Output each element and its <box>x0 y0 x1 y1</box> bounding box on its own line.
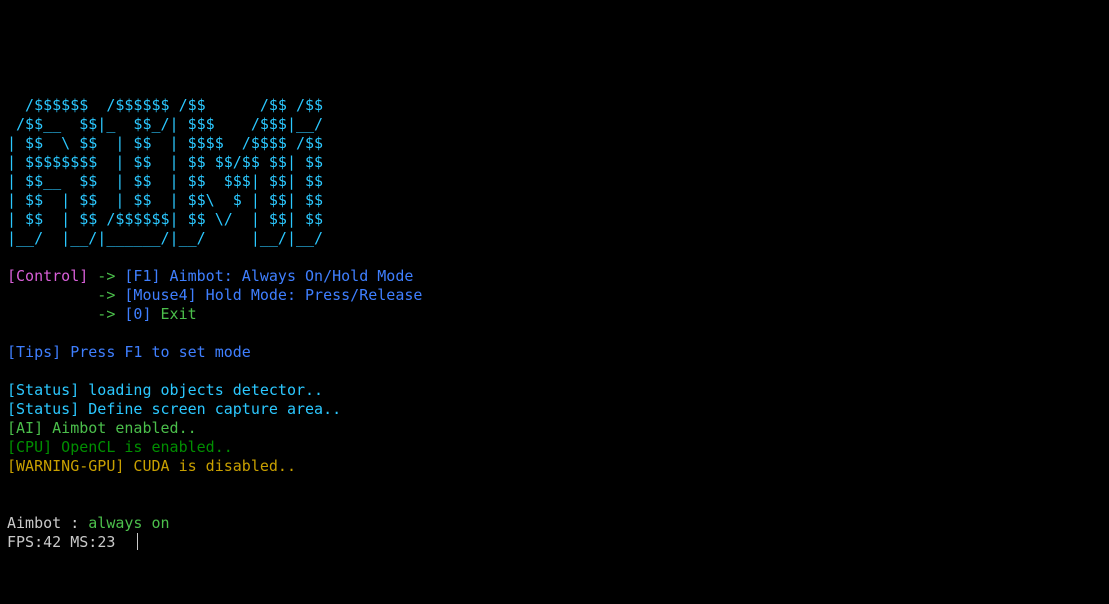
ai-text: Aimbot enabled.. <box>43 419 197 437</box>
aimbot-value: always on <box>88 514 169 532</box>
warning-gpu-text: CUDA is disabled.. <box>124 457 296 475</box>
tips-text: Press F1 to set mode <box>61 343 251 361</box>
warning-gpu-label: [WARNING-GPU] <box>7 457 124 475</box>
status-label: [Status] <box>7 381 79 399</box>
status-label: [Status] <box>7 400 79 418</box>
fps-value: 42 <box>43 533 61 551</box>
arrow-icon: -> <box>7 305 124 323</box>
control-label: [Control] <box>7 267 88 285</box>
arrow-icon: -> <box>88 267 124 285</box>
tips-label: [Tips] <box>7 343 61 361</box>
aimbot-label: Aimbot : <box>7 514 88 532</box>
mouse4-desc: Hold Mode: Press/Release <box>197 286 423 304</box>
cpu-text: OpenCL is enabled.. <box>52 438 233 456</box>
status-text: Define screen capture area.. <box>79 400 341 418</box>
ai-label: [AI] <box>7 419 43 437</box>
f1-key: [F1] <box>124 267 160 285</box>
ms-value: 23 <box>97 533 115 551</box>
ascii-banner: /$$$$$$ /$$$$$$ /$$ /$$ /$$ /$$__ $$|_ $… <box>7 96 323 247</box>
cursor-icon <box>137 533 138 550</box>
cpu-label: [CPU] <box>7 438 52 456</box>
fps-label: FPS: <box>7 533 43 551</box>
terminal-output: /$$$$$$ /$$$$$$ /$$ /$$ /$$ /$$__ $$|_ $… <box>7 96 1102 552</box>
f1-desc: Aimbot: Always On/Hold Mode <box>161 267 414 285</box>
ms-label: MS: <box>61 533 97 551</box>
arrow-icon: -> <box>7 286 124 304</box>
status-text: loading objects detector.. <box>79 381 323 399</box>
exit-desc: Exit <box>152 305 197 323</box>
mouse4-key: [Mouse4] <box>124 286 196 304</box>
exit-key: [0] <box>124 305 151 323</box>
